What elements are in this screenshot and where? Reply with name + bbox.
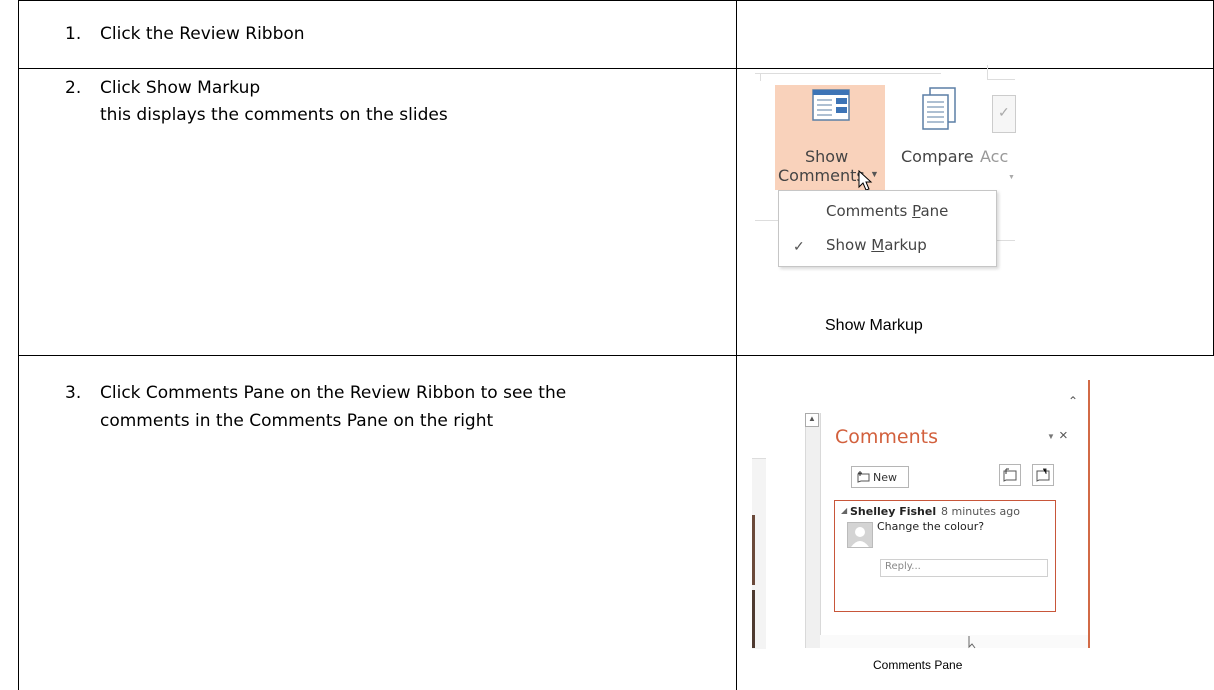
collapse-triangle-icon[interactable]: ◢: [841, 506, 847, 515]
next-comment-button[interactable]: [1032, 464, 1054, 486]
comment-card[interactable]: ◢ Shelley Fishel 8 minutes ago Change th…: [834, 500, 1056, 612]
show-comments-label-line1: Show: [805, 147, 849, 166]
comment-author: Shelley Fishel: [850, 505, 937, 518]
close-icon[interactable]: ×: [1059, 427, 1068, 444]
show-comments-icon: [812, 89, 850, 121]
avatar-icon: [847, 522, 873, 548]
step-text: comments in the Comments Pane on the rig…: [100, 411, 494, 431]
comment-time: 8 minutes ago: [941, 505, 1020, 518]
show-comments-dropdown-menu: Comments Pane ✓ Show Markup: [778, 190, 997, 267]
step-text: Click Show Markup: [100, 78, 261, 98]
next-comment-icon: [1036, 468, 1050, 482]
previous-comment-button[interactable]: [999, 464, 1021, 486]
step-number: 2.: [65, 78, 82, 98]
figure-caption: Comments Pane: [873, 658, 963, 672]
new-comment-button[interactable]: New: [851, 466, 909, 488]
table-border-left: [18, 0, 19, 690]
reply-input[interactable]: Reply...: [880, 559, 1048, 577]
checkmark-icon: ✓: [793, 238, 805, 254]
figure-caption: Show Markup: [825, 317, 923, 334]
row-divider-1: [18, 68, 1214, 69]
table-column-divider: [736, 0, 737, 690]
comments-pane-title: Comments: [835, 426, 938, 448]
mouse-cursor-icon: [858, 170, 873, 191]
compare-button[interactable]: Compare: [901, 147, 974, 166]
previous-comment-icon: [1003, 468, 1017, 482]
collapse-ribbon-icon[interactable]: ⌃: [1068, 394, 1078, 408]
table-border-top: [18, 0, 1214, 1]
step-text: this displays the comments on the slides: [100, 105, 448, 125]
mouse-cursor-icon: [968, 636, 976, 649]
step-number: 1.: [65, 24, 82, 44]
step-number: 3.: [65, 383, 82, 403]
show-markup-screenshot: Show Comments ▼ Compare ✓ Acc ▼ Comments…: [755, 65, 1016, 334]
accept-icon: ✓: [992, 95, 1016, 133]
comments-pane-screenshot: ▲ ⌃ Comments ▼ × New ◢ Shelley Fishel 8 …: [752, 380, 1090, 649]
compare-icon: [922, 87, 956, 130]
pane-options-icon[interactable]: ▼: [1047, 432, 1055, 441]
step-text: Click the Review Ribbon: [100, 24, 305, 44]
accept-button[interactable]: Acc: [980, 147, 1015, 166]
comment-text: Change the colour?: [877, 520, 985, 533]
show-comments-label-line2: Comments: [778, 166, 865, 185]
menu-item-comments-pane[interactable]: Comments Pane: [826, 202, 948, 220]
scroll-up-icon[interactable]: ▲: [805, 413, 819, 427]
step-text: Click Comments Pane on the Review Ribbon…: [100, 383, 567, 403]
row-divider-2: [18, 355, 1214, 356]
new-comment-icon: [857, 471, 870, 483]
menu-item-show-markup[interactable]: Show Markup: [826, 236, 927, 254]
